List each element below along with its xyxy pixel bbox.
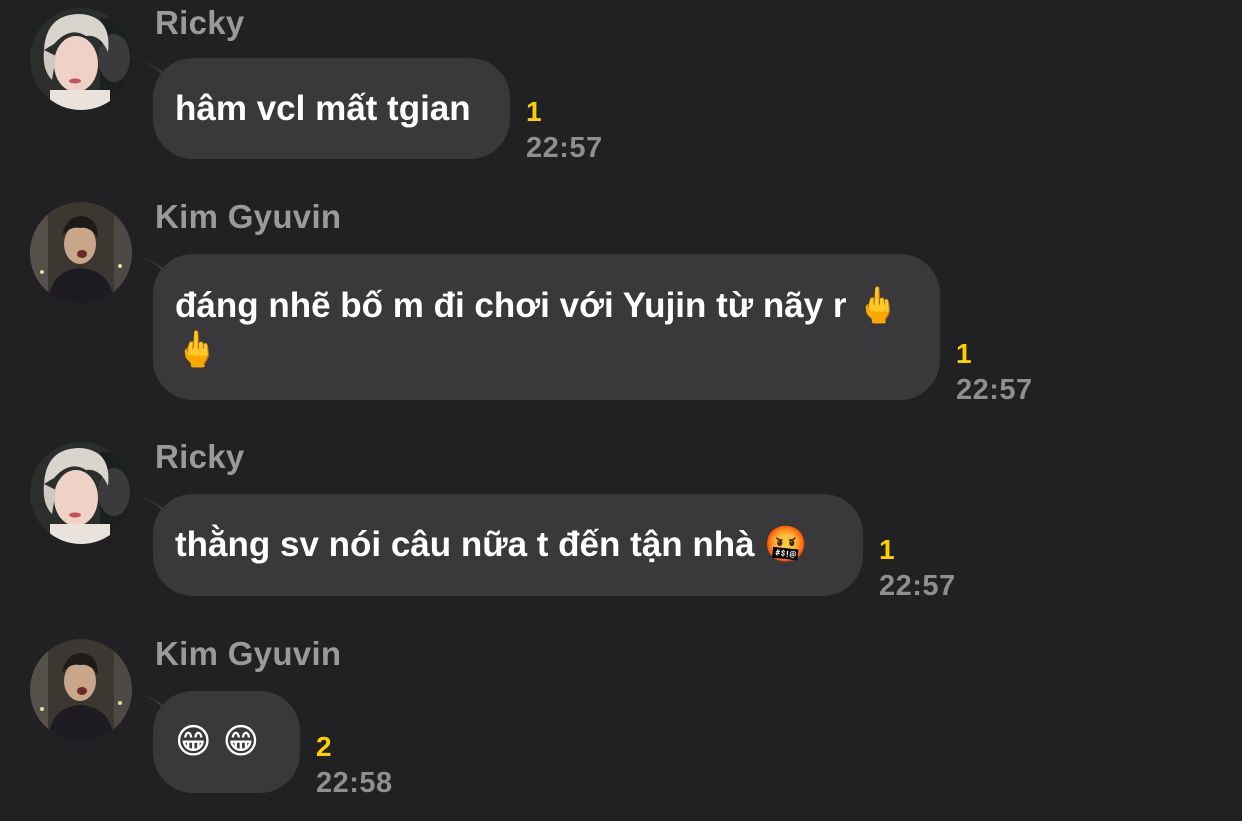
avatar[interactable] (30, 639, 132, 741)
sender-name: Kim Gyuvin (155, 635, 342, 672)
sender-name: Ricky (155, 438, 245, 475)
avatar[interactable] (30, 202, 132, 304)
avatar[interactable] (30, 8, 132, 110)
timestamp: 22:57 (956, 374, 1033, 406)
unread-count: 1 (956, 338, 972, 369)
message-bubble[interactable]: hâm vcl mất tgian (153, 58, 510, 159)
unread-count: 1 (526, 96, 542, 127)
message-bubble[interactable]: thằng sv nói câu nữa t đến tận nhà 🤬 (153, 494, 863, 596)
avatar[interactable] (30, 442, 132, 544)
message-bubble[interactable]: đáng nhẽ bố m đi chơi với Yujin từ nãy r… (153, 254, 940, 400)
message-bubble[interactable]: 😁 😁 (153, 691, 300, 793)
message-emoji: 😁 😁 (175, 722, 260, 762)
sender-name: Kim Gyuvin (155, 198, 342, 235)
unread-count: 1 (879, 534, 895, 565)
sender-name: Ricky (155, 4, 245, 41)
timestamp: 22:57 (526, 132, 603, 164)
chat-thread: Ricky hâm vcl mất tgian 1 22:57 Kim Gyuv (0, 0, 1242, 821)
unread-count: 2 (316, 731, 332, 762)
message-text: hâm vcl mất tgian (175, 89, 471, 128)
message-text: thằng sv nói câu nữa t đến tận nhà 🤬 (175, 525, 808, 564)
timestamp: 22:57 (879, 570, 956, 602)
timestamp: 22:58 (316, 767, 393, 799)
message-text-line: đáng nhẽ bố m đi chơi với Yujin từ nãy r… (175, 286, 900, 325)
message-text-line: 🖕 (175, 330, 219, 369)
